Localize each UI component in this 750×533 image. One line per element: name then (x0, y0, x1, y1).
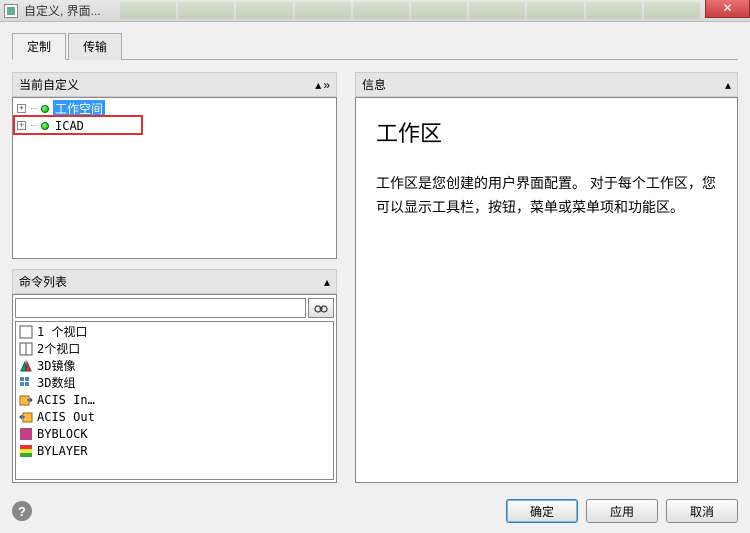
command-item[interactable]: ACIS Out (17, 408, 332, 425)
command-item[interactable]: 2个视口 (17, 340, 332, 357)
info-header-label: 信息 (362, 76, 386, 93)
expand-icon[interactable]: + (17, 121, 26, 130)
tree-label: ICAD (53, 119, 86, 133)
collapse-icon[interactable]: ▴ (324, 275, 330, 289)
command-search-input[interactable] (15, 298, 306, 318)
command-label: BYBLOCK (37, 427, 88, 441)
status-dot-icon (41, 105, 49, 113)
titlebar: 自定义, 界面... ✕ (0, 0, 750, 22)
right-column: 信息 ▴ 工作区 工作区是您创建的用户界面配置。 对于每个工作区，您可以显示工具… (355, 72, 738, 483)
help-button[interactable]: ? (12, 501, 32, 521)
command-item[interactable]: ACIS In… (17, 391, 332, 408)
command-item[interactable]: BYBLOCK (17, 425, 332, 442)
dialog-footer: ? 确定 应用 取消 (0, 491, 750, 533)
collapse-icon[interactable]: ▴ (725, 78, 731, 92)
apply-button[interactable]: 应用 (586, 499, 658, 523)
tab-custom[interactable]: 定制 (12, 33, 66, 60)
status-dot-icon (41, 122, 49, 130)
panel-header-controls: ▴ (324, 275, 330, 289)
command-panel: 1 个视口 2个视口 3D镜像 3D数组 (12, 294, 337, 483)
tab-bar: 定制 传输 (12, 32, 738, 60)
info-header: 信息 ▴ (355, 72, 738, 97)
app-icon (4, 4, 18, 18)
close-icon: ✕ (722, 1, 732, 15)
current-custom-header: 当前自定义 ▴ » (12, 72, 337, 97)
info-panel: 工作区 工作区是您创建的用户界面配置。 对于每个工作区，您可以显示工具栏，按钮，… (355, 97, 738, 483)
tree-label: 工作空间 (53, 100, 105, 117)
viewport2-icon (19, 342, 33, 356)
command-search-row (13, 295, 336, 321)
ok-button[interactable]: 确定 (506, 499, 578, 523)
tree-connector: ··· (30, 120, 37, 131)
dialog-content: 定制 传输 当前自定义 ▴ » + ··· (0, 22, 750, 491)
mirror3d-icon (19, 359, 33, 373)
command-list-header: 命令列表 ▴ (12, 269, 337, 294)
tree-item-icad[interactable]: + ··· ICAD (15, 117, 334, 134)
command-label: 3D数组 (37, 374, 75, 391)
help-icon: ? (18, 504, 26, 519)
viewport1-icon (19, 325, 33, 339)
command-list-label: 命令列表 (19, 273, 67, 290)
command-item[interactable]: 1 个视口 (17, 323, 332, 340)
command-item[interactable]: 3D数组 (17, 374, 332, 391)
command-label: ACIS In… (37, 393, 95, 407)
dialog-window: 自定义, 界面... ✕ 定制 传输 当前自定义 ▴ » (0, 0, 750, 533)
close-button[interactable]: ✕ (705, 0, 750, 18)
binoculars-icon (314, 302, 328, 314)
tree-item-workspace[interactable]: + ··· 工作空间 (15, 100, 334, 117)
command-label: 3D镜像 (37, 357, 75, 374)
cancel-button[interactable]: 取消 (666, 499, 738, 523)
collapse-icon[interactable]: ▴ (315, 78, 321, 92)
command-label: BYLAYER (37, 444, 88, 458)
info-body-text: 工作区是您创建的用户界面配置。 对于每个工作区，您可以显示工具栏，按钮，菜单或菜… (376, 172, 717, 220)
expand-icon[interactable]: + (17, 104, 26, 113)
dialog-body: 当前自定义 ▴ » + ··· 工作空间 (12, 72, 738, 483)
command-list[interactable]: 1 个视口 2个视口 3D镜像 3D数组 (15, 321, 334, 480)
command-search-button[interactable] (308, 298, 334, 318)
tree-container: + ··· 工作空间 + ··· ICAD (12, 97, 337, 259)
panel-header-controls: ▴ (725, 78, 731, 92)
current-custom-label: 当前自定义 (19, 76, 79, 93)
info-title: 工作区 (376, 116, 717, 148)
array3d-icon (19, 376, 33, 390)
left-column: 当前自定义 ▴ » + ··· 工作空间 (12, 72, 337, 483)
tree-connector: ··· (30, 103, 37, 114)
command-label: ACIS Out (37, 410, 95, 424)
command-label: 1 个视口 (37, 323, 87, 340)
acis-in-icon (19, 393, 33, 407)
command-item[interactable]: 3D镜像 (17, 357, 332, 374)
tab-transfer[interactable]: 传输 (68, 33, 122, 60)
acis-out-icon (19, 410, 33, 424)
bylayer-icon (19, 444, 33, 458)
titlebar-background (120, 2, 700, 19)
window-title: 自定义, 界面... (24, 2, 101, 19)
command-item[interactable]: BYLAYER (17, 442, 332, 459)
command-label: 2个视口 (37, 340, 80, 357)
panel-header-controls: ▴ » (315, 78, 330, 92)
more-icon[interactable]: » (323, 78, 330, 92)
byblock-icon (19, 427, 33, 441)
custom-tree[interactable]: + ··· 工作空间 + ··· ICAD (12, 97, 337, 259)
